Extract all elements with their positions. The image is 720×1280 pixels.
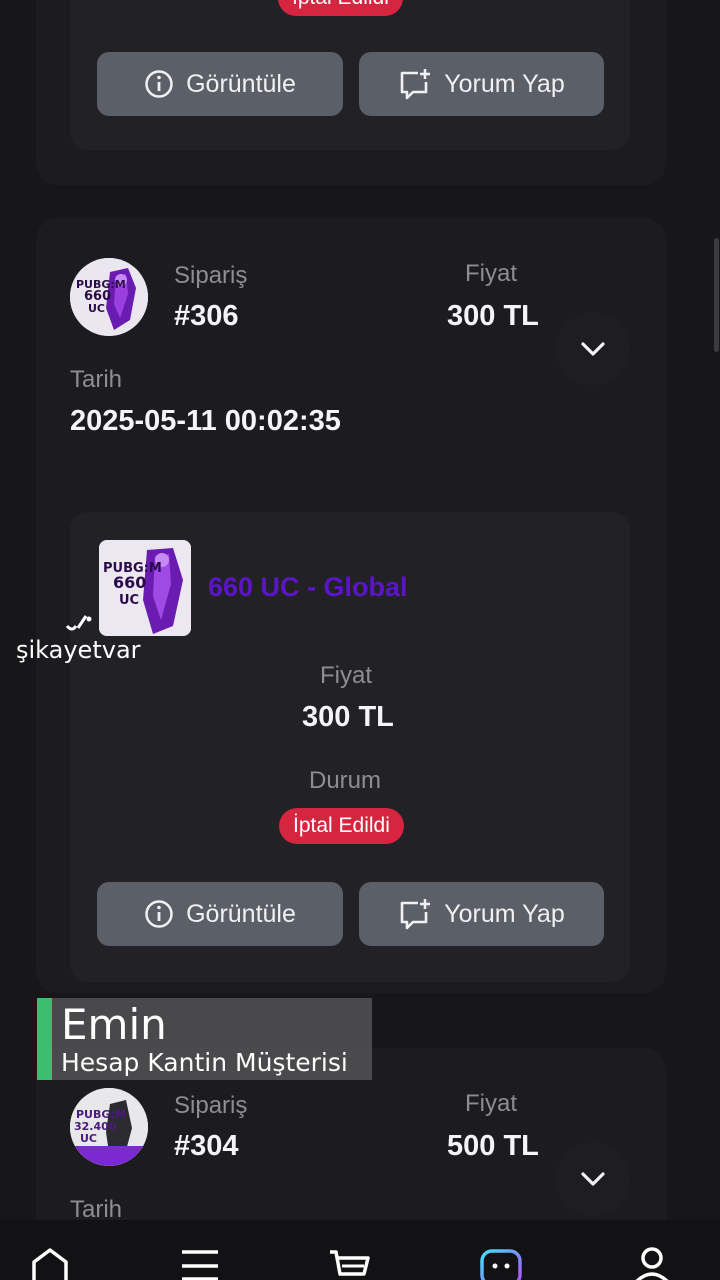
svg-text:UC: UC bbox=[119, 593, 139, 608]
info-icon bbox=[145, 70, 173, 98]
overlay-subtitle: Hesap Kantin Müşterisi bbox=[61, 1048, 348, 1077]
bottom-nav bbox=[0, 1220, 720, 1280]
comment-button-label: Yorum Yap bbox=[444, 899, 565, 928]
expand-order-button[interactable] bbox=[556, 312, 630, 386]
scrollbar-thumb[interactable] bbox=[714, 238, 719, 352]
view-button[interactable]: Görüntüle bbox=[97, 52, 343, 116]
order-thumbnail: PUBG:M 32.400 UC bbox=[70, 1088, 148, 1166]
view-button-label: Görüntüle bbox=[186, 69, 296, 98]
order-label: Sipariş bbox=[174, 1092, 248, 1119]
order-number: #304 bbox=[174, 1130, 239, 1162]
chevron-down-icon bbox=[581, 1172, 605, 1186]
profile-icon bbox=[635, 1247, 669, 1280]
comment-button[interactable]: Yorum Yap bbox=[359, 52, 604, 116]
nav-menu[interactable] bbox=[178, 1246, 222, 1280]
status-badge: İptal Edildi bbox=[278, 0, 403, 16]
chat-bot-icon bbox=[480, 1249, 522, 1280]
watermark: şikayetvar bbox=[16, 612, 146, 668]
watermark-logo-icon bbox=[65, 615, 92, 631]
date-label: Tarih bbox=[70, 366, 123, 393]
nav-home[interactable] bbox=[28, 1246, 72, 1280]
overlay-accent-bar bbox=[37, 998, 52, 1080]
nav-assistant[interactable] bbox=[479, 1246, 523, 1280]
order-number: #306 bbox=[174, 300, 239, 332]
chevron-down-icon bbox=[581, 342, 605, 356]
svg-text:UC: UC bbox=[88, 302, 105, 315]
order-date: 2025-05-11 00:02:35 bbox=[70, 405, 341, 437]
item-title-link[interactable]: 660 UC - Global bbox=[208, 572, 408, 603]
speaker-overlay: Emin Hesap Kantin Müşterisi bbox=[37, 998, 372, 1080]
price-label: Fiyat bbox=[465, 1090, 518, 1117]
status-badge: İptal Edildi bbox=[279, 808, 404, 844]
svg-text:660: 660 bbox=[113, 573, 146, 592]
order-price: 500 TL bbox=[447, 1130, 539, 1162]
item-price-label: Fiyat bbox=[320, 662, 373, 689]
order-thumbnail: PUBG:M 660 UC bbox=[70, 258, 148, 336]
cart-icon bbox=[330, 1250, 370, 1276]
comment-add-icon bbox=[400, 69, 431, 100]
view-button-label: Görüntüle bbox=[186, 899, 296, 928]
item-price: 300 TL bbox=[302, 701, 394, 733]
info-icon bbox=[145, 900, 173, 928]
overlay-name: Emin bbox=[61, 1000, 167, 1049]
nav-cart[interactable] bbox=[328, 1246, 372, 1280]
expand-order-button[interactable] bbox=[556, 1142, 630, 1216]
orders-page: İptal Edildi Görüntüle Yorum Yap PUBG:M … bbox=[0, 0, 720, 1280]
svg-text:UC: UC bbox=[80, 1132, 97, 1145]
nav-profile[interactable] bbox=[630, 1246, 674, 1280]
order-label: Sipariş bbox=[174, 262, 248, 289]
item-status-label: Durum bbox=[309, 767, 382, 794]
comment-button-label: Yorum Yap bbox=[444, 69, 565, 98]
view-button[interactable]: Görüntüle bbox=[97, 882, 343, 946]
watermark-text: şikayetvar bbox=[16, 636, 141, 664]
order-price: 300 TL bbox=[447, 300, 539, 332]
menu-icon bbox=[182, 1250, 218, 1280]
home-icon bbox=[32, 1248, 68, 1280]
comment-add-icon bbox=[400, 899, 431, 930]
price-label: Fiyat bbox=[465, 260, 518, 287]
comment-button[interactable]: Yorum Yap bbox=[359, 882, 604, 946]
